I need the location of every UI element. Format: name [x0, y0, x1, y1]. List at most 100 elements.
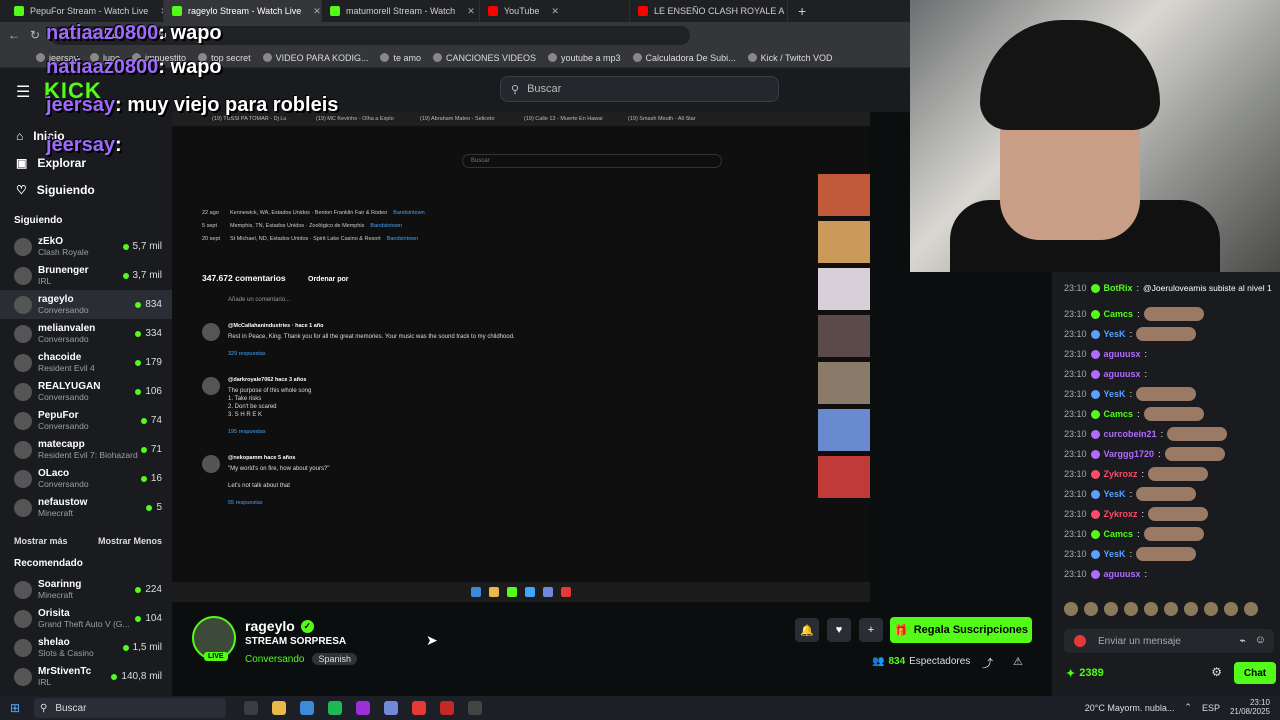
- emote-icon[interactable]: [1084, 602, 1098, 616]
- emote-icon[interactable]: [1224, 602, 1238, 616]
- browser-tab[interactable]: rageylo Stream - Watch Live ✕: [164, 0, 322, 22]
- close-icon[interactable]: ✕: [467, 6, 475, 17]
- sidebar-channel[interactable]: OLaco Conversando 16: [0, 464, 172, 493]
- sidebar-channel[interactable]: MrStivenTc IRL 140,8 mil: [0, 662, 172, 691]
- clip-button[interactable]: +: [859, 618, 883, 642]
- chat-username[interactable]: Varggg1720: [1104, 449, 1155, 459]
- close-icon[interactable]: ✕: [551, 6, 559, 17]
- channel-category: Clash Royale: [38, 247, 89, 257]
- close-icon[interactable]: ✕: [313, 6, 321, 17]
- chat-time: 23:10: [1064, 309, 1087, 319]
- avatar: [14, 638, 32, 657]
- browser-tab[interactable]: YouTube ✕: [480, 0, 630, 22]
- streamer-name[interactable]: rageylo ✓: [245, 618, 314, 634]
- sidebar-channel[interactable]: PepuFor Conversando 74: [0, 406, 172, 435]
- viewer-number: 334: [145, 328, 162, 339]
- discord-icon[interactable]: [384, 701, 398, 715]
- sidebar-channel[interactable]: chacoide Resident Evil 4 179: [0, 348, 172, 377]
- emote-icon[interactable]: [1184, 602, 1198, 616]
- emote-icon[interactable]: [1124, 602, 1138, 616]
- browser-tab[interactable]: LE ENSEÑO CLASH ROYALE A M✕: [630, 0, 788, 22]
- taskbar-search[interactable]: ⚲ Buscar: [34, 698, 226, 718]
- video-player[interactable]: (19) TUSSI PA TOMAR - Dj Lu (19) MC Kevin…: [172, 112, 870, 602]
- language-tag[interactable]: Spanish: [312, 653, 358, 665]
- reload-icon[interactable]: ↻: [30, 28, 40, 42]
- chat-send-button[interactable]: Chat: [1234, 662, 1276, 684]
- emote-icon[interactable]: [1204, 602, 1218, 616]
- nav-following[interactable]: ♡ Siguiendo: [16, 176, 172, 203]
- clock[interactable]: 23:10 21/08/2025: [1230, 698, 1270, 717]
- language-indicator[interactable]: ESP: [1202, 703, 1220, 713]
- sidebar-channel[interactable]: nefaustow Minecraft 5: [0, 493, 172, 522]
- command-icon[interactable]: ⌁: [1239, 634, 1246, 647]
- sidebar-channel[interactable]: zEkO Clash Royale 5,7 mil: [0, 232, 172, 261]
- chat-username[interactable]: YesK: [1104, 329, 1126, 339]
- app-23-icon[interactable]: [468, 701, 482, 715]
- chat-username[interactable]: Camcs: [1104, 409, 1134, 419]
- bookmark[interactable]: te amo: [380, 53, 421, 63]
- chat-username[interactable]: YesK: [1104, 489, 1126, 499]
- show-less-link[interactable]: Mostrar Menos: [98, 536, 162, 546]
- chat-username[interactable]: aguuusx: [1104, 349, 1141, 359]
- sidebar-channel[interactable]: melianvalen Conversando 334: [0, 319, 172, 348]
- task-view-icon[interactable]: [244, 701, 258, 715]
- event-text: Memphis, TN, Estados Unidos · Zoológico …: [230, 223, 365, 229]
- canva-icon[interactable]: [356, 701, 370, 715]
- sidebar-channel[interactable]: Brunenger IRL 3,7 mil: [0, 261, 172, 290]
- channel-points[interactable]: ✦ 2389: [1066, 667, 1104, 680]
- follow-button[interactable]: ♥: [827, 618, 851, 642]
- chat-username[interactable]: YesK: [1104, 389, 1126, 399]
- sidebar-channel[interactable]: Soarinng Minecraft 224: [0, 575, 172, 604]
- share-icon[interactable]: ⤴: [982, 655, 993, 671]
- emoji-icon[interactable]: ☺: [1255, 634, 1266, 646]
- file-explorer-icon[interactable]: [272, 701, 286, 715]
- chat-username[interactable]: aguuusx: [1104, 369, 1141, 379]
- chat-username[interactable]: Camcs: [1104, 309, 1134, 319]
- bookmark[interactable]: youtube a mp3: [548, 53, 621, 63]
- edge-icon[interactable]: [300, 701, 314, 715]
- emote-icon[interactable]: [1064, 602, 1078, 616]
- windows-start-icon[interactable]: ⊞: [0, 701, 30, 715]
- app-icon[interactable]: [440, 701, 454, 715]
- sidebar-channel[interactable]: shelao Slots & Casino 1,5 mil: [0, 633, 172, 662]
- show-more-link[interactable]: Mostrar más: [14, 536, 68, 546]
- bookmark[interactable]: CANCIONES VIDEOS: [432, 53, 536, 63]
- bookmark[interactable]: Calculadora De Subi...: [632, 52, 736, 63]
- emote-icon[interactable]: [1244, 602, 1258, 616]
- new-tab-icon[interactable]: +: [788, 3, 816, 19]
- sidebar-channel[interactable]: matecapp Resident Evil 7: Biohazard 71: [0, 435, 172, 464]
- bookmark[interactable]: VIDEO PARA KODIG...: [262, 53, 368, 63]
- emote-icon[interactable]: [1144, 602, 1158, 616]
- sidebar-channel[interactable]: Orisita Grand Theft Auto V (G... 104: [0, 604, 172, 633]
- bookmark-label: Calculadora De Subi...: [645, 52, 736, 63]
- channel-category: Minecraft: [38, 508, 73, 518]
- report-icon[interactable]: ⚠: [1013, 655, 1023, 668]
- live-dot-icon: [122, 272, 129, 279]
- weather-widget[interactable]: 20°C Mayorm. nubla...: [1085, 703, 1175, 713]
- back-icon[interactable]: ←: [8, 28, 20, 42]
- gear-icon[interactable]: ⚙: [1211, 665, 1222, 679]
- chat-username[interactable]: Zykroxz: [1104, 469, 1138, 479]
- emote-icon[interactable]: [1104, 602, 1118, 616]
- browser-tab[interactable]: matumorell Stream - Watch ✕: [322, 0, 480, 22]
- gift-subscriptions-button[interactable]: 🎁 Regala Suscripciones: [890, 617, 1032, 643]
- stream-category[interactable]: Conversando: [245, 654, 304, 665]
- menu-icon[interactable]: ☰: [16, 82, 30, 102]
- browser-tab[interactable]: PepuFor Stream - Watch Live✕: [6, 0, 164, 22]
- spotify-icon[interactable]: [328, 701, 342, 715]
- notification-bell-button[interactable]: 🔔: [795, 618, 819, 642]
- search-input[interactable]: ⚲ Buscar: [500, 76, 779, 102]
- chat-username[interactable]: BotRix: [1104, 283, 1133, 293]
- chat-input[interactable]: Enviar un mensaje ⌁ ☺: [1064, 629, 1274, 653]
- emote-icon[interactable]: [1164, 602, 1178, 616]
- sidebar-channel[interactable]: rageylo Conversando 834: [0, 290, 172, 319]
- chat-username[interactable]: YesK: [1104, 549, 1126, 559]
- tray-chevron-icon[interactable]: ⌃: [1184, 702, 1192, 713]
- chat-username[interactable]: Zykroxz: [1104, 509, 1138, 519]
- chat-username[interactable]: Camcs: [1104, 529, 1134, 539]
- chat-username[interactable]: curcobein21: [1104, 429, 1157, 439]
- chrome-icon[interactable]: [412, 701, 426, 715]
- bookmark[interactable]: Kick / Twitch VOD: [747, 53, 832, 63]
- chat-username[interactable]: aguuusx: [1104, 569, 1141, 579]
- sidebar-channel[interactable]: REALYUGAN Conversando 106: [0, 377, 172, 406]
